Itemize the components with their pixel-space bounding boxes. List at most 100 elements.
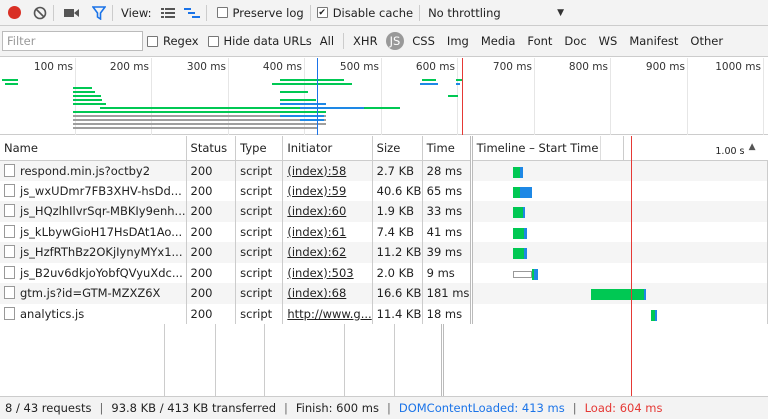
status-separator: | [572, 401, 577, 415]
checkbox-box[interactable] [147, 35, 158, 47]
overview-tick-label: 600 ms [415, 61, 455, 73]
overview-request-bar [280, 91, 308, 93]
checkbox-box[interactable] [207, 35, 219, 47]
table-header-row: Name Status Type Initiator Size Time Tim… [0, 136, 768, 161]
table-row[interactable]: js_B2uv6dkjoYobfQVyuXdc... 200 script (i… [0, 262, 768, 283]
filter-toggle-button[interactable] [92, 5, 106, 20]
initiator-link[interactable]: (index):58 [287, 164, 346, 178]
checkbox-box[interactable] [216, 7, 228, 18]
overview-request-bar [456, 83, 460, 85]
initiator-link[interactable]: http://www.g... [287, 307, 371, 321]
sort-ascending-icon: ▲ [748, 142, 756, 152]
request-status: 200 [186, 180, 237, 201]
file-icon [4, 306, 15, 320]
request-name: js_wxUDmr7FB3XHV-hsDd... [20, 183, 182, 198]
initiator-link[interactable]: (index):68 [287, 286, 346, 300]
column-header-status[interactable]: Status [186, 136, 237, 161]
initiator-link[interactable]: (index):60 [287, 204, 346, 218]
checkbox-box[interactable]: ✔ [316, 7, 328, 18]
file-icon [4, 183, 15, 197]
overview-gridline [610, 58, 611, 135]
request-status: 200 [186, 160, 237, 181]
request-size: 2.7 KB [372, 160, 423, 181]
column-header-timeline-scale[interactable]: 1.00 s ▲ [623, 136, 768, 161]
initiator-link[interactable]: (index):503 [287, 266, 353, 280]
disable-cache-checkbox[interactable]: ✔ Disable cache [316, 5, 414, 20]
download-bar [654, 309, 657, 321]
filter-type-manifest[interactable]: Manifest [625, 32, 682, 50]
request-time: 9 ms [422, 262, 473, 283]
column-header-initiator[interactable]: Initiator [282, 136, 373, 161]
toolbar-divider [205, 4, 207, 21]
initiator-link[interactable]: (index):61 [287, 225, 346, 239]
request-type: script [235, 180, 284, 201]
overview-request-bar [73, 87, 92, 89]
overview-request-bar [73, 111, 326, 113]
request-time: 28 ms [422, 160, 473, 181]
request-type: script [235, 242, 284, 263]
download-bar [519, 166, 523, 178]
table-row[interactable]: js_kLbywGioH17HsDAt1Ao... 200 script (in… [0, 221, 768, 242]
filter-type-img[interactable]: Img [443, 32, 473, 50]
overview-request-bar [448, 95, 458, 97]
video-camera-icon [64, 8, 79, 17]
initiator-link[interactable]: (index):62 [287, 245, 346, 259]
initiator-link[interactable]: (index):59 [287, 184, 346, 198]
screenshot-button[interactable] [64, 7, 80, 19]
hide-data-urls-checkbox[interactable]: Hide data URLs [207, 34, 312, 48]
table-row[interactable]: js_HQzlhIlvrSqr-MBKIy9enh... 200 script … [0, 201, 768, 222]
column-header-type[interactable]: Type [235, 136, 284, 161]
filter-type-other[interactable]: Other [686, 32, 727, 50]
overview-toggle[interactable] [183, 7, 200, 19]
filter-type-xhr[interactable]: XHR [349, 32, 382, 50]
filter-bar: Regex Hide data URLs All XHR JS CSS Img … [0, 26, 768, 57]
large-rows-toggle[interactable] [160, 7, 175, 19]
download-bar [533, 268, 538, 280]
column-header-size[interactable]: Size [372, 136, 423, 161]
throttling-select[interactable]: No throttling ▼ [428, 6, 564, 20]
download-bar [522, 207, 525, 218]
column-header-name[interactable]: Name [0, 136, 187, 161]
waiting-bar [590, 289, 644, 300]
toolbar-divider [309, 4, 311, 21]
table-row[interactable]: js_wxUDmr7FB3XHV-hsDd... 200 script (ind… [0, 180, 768, 201]
waiting-bar [512, 227, 524, 239]
disable-cache-label: Disable cache [332, 5, 414, 20]
load-marker [462, 58, 463, 135]
overview-request-bar [73, 95, 101, 97]
status-separator: | [386, 401, 391, 415]
timeline-cell [471, 242, 768, 263]
regex-checkbox[interactable]: Regex [147, 34, 199, 48]
overview-gridline [381, 58, 382, 135]
table-row[interactable]: analytics.js 200 script http://www.g... … [0, 303, 768, 324]
timeline-cell [471, 160, 768, 181]
filter-type-font[interactable]: Font [523, 32, 556, 50]
filter-type-media[interactable]: Media [477, 32, 520, 50]
request-type: script [235, 221, 284, 242]
clear-button[interactable] [33, 6, 47, 20]
request-time: 41 ms [422, 221, 473, 242]
filter-type-all[interactable]: All [316, 32, 338, 50]
table-row[interactable]: gtm.js?id=GTM-MZXZ6X 200 script (index):… [0, 283, 768, 304]
timeline-overview[interactable]: 100 ms 200 ms 300 ms 400 ms 500 ms 600 m… [0, 58, 768, 135]
preserve-log-checkbox[interactable]: Preserve log [216, 6, 304, 20]
column-header-time[interactable]: Time [422, 136, 473, 161]
filter-type-ws[interactable]: WS [595, 32, 622, 50]
filter-type-css[interactable]: CSS [408, 32, 439, 50]
overview-tick-label: 1000 ms [715, 61, 761, 73]
request-time: 18 ms [422, 303, 473, 324]
request-type: script [235, 160, 284, 181]
file-icon [4, 204, 15, 218]
filter-input[interactable] [2, 31, 143, 51]
overview-request-bar [272, 83, 352, 85]
table-row[interactable]: js_HzfRThBz2OKjIynyMYx1... 200 script (i… [0, 242, 768, 263]
file-icon [4, 163, 15, 177]
request-status: 200 [186, 201, 237, 222]
filter-type-doc[interactable]: Doc [560, 32, 590, 50]
table-row[interactable]: respond.min.js?octby2 200 script (index)… [0, 160, 768, 181]
record-button[interactable] [8, 6, 21, 19]
filter-type-js[interactable]: JS [385, 32, 405, 50]
request-size: 16.6 KB [372, 283, 423, 304]
request-count: 8 / 43 requests [5, 401, 92, 415]
file-icon [4, 245, 15, 259]
